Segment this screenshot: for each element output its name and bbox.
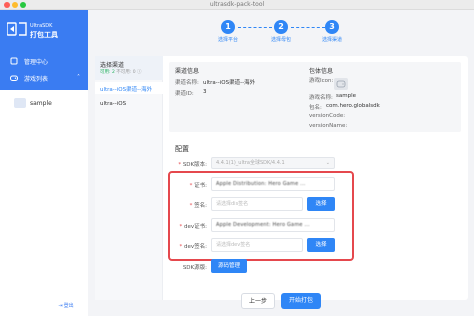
game-name-value: sample	[336, 93, 356, 99]
dev-certificate-value: Apple Development: Hero Game ...	[216, 222, 310, 228]
nav-item-label: 管理中心	[24, 59, 49, 66]
step-3-circle: 3	[325, 20, 339, 34]
sidebar: UltraSDK 打包工具 管理中心 游戏列表 ˄ sample ⇥登出	[0, 10, 88, 316]
channel-status: 可用: 2 不可用: 0 ⓘ	[100, 69, 142, 75]
nav-item-game-list[interactable]: 游戏列表 ˄	[0, 71, 88, 85]
home-icon	[10, 57, 18, 65]
profile-label: * 签名:	[189, 203, 207, 209]
select-profile-button[interactable]: 选择	[307, 197, 335, 211]
config-section-title: 配置	[175, 145, 189, 153]
select-dev-profile-button[interactable]: 选择	[307, 238, 335, 252]
info-box: 渠道信息 渠道名称: ultra--iOS渠道--海外 渠道ID: 3 包体信息…	[169, 62, 461, 132]
channel-name-value: ultra--iOS渠道--海外	[203, 80, 256, 86]
config-card: 选择渠道 可用: 2 不可用: 0 ⓘ ultra--iOS渠道--海外 ult…	[95, 56, 468, 300]
channel-list-header: 选择渠道 可用: 2 不可用: 0 ⓘ	[95, 56, 163, 80]
version-code-label: versionCode:	[309, 113, 346, 119]
game-thumbnail	[14, 98, 26, 108]
step-3-label: 选择渠道	[321, 37, 342, 43]
certificate-select[interactable]: Apple Distribution: Hero Game ...	[211, 177, 335, 191]
certificate-label: * 证书:	[189, 183, 207, 189]
game-item-sample[interactable]: sample	[0, 96, 88, 110]
nav-item-label: 游戏列表	[24, 76, 49, 83]
brand-name-cn: 打包工具	[30, 31, 58, 39]
version-name-label: versionName:	[309, 123, 348, 129]
app-window: ultrasdk-pack-tool UltraSDK 打包工具 管理中心 游戏…	[0, 0, 474, 316]
sdk-version-select[interactable]: 4.4.1(1)_ultra全球SDK/4.4.1 ⌄	[211, 157, 335, 169]
game-icon-label: 游戏Icon:	[309, 78, 334, 84]
channel-id-value: 3	[203, 89, 207, 95]
step-progress: 1 选择平台 2 选择母包 3 选择渠道	[88, 18, 474, 50]
dev-certificate-select[interactable]: Apple Development: Hero Game ...	[211, 218, 335, 232]
dev-profile-placeholder: 请选择dev签名	[216, 242, 251, 248]
window-title: ultrasdk-pack-tool	[209, 1, 265, 8]
game-item-label: sample	[30, 100, 52, 107]
game-icon-image	[334, 78, 348, 90]
source-management-button[interactable]: 源码管理	[211, 259, 247, 273]
gamepad-icon	[10, 74, 18, 82]
chevron-up-icon: ˄	[77, 74, 80, 81]
brand-name-en: UltraSDK	[30, 23, 53, 29]
step-2-circle: 2	[274, 20, 288, 34]
step-2-label: 选择母包	[270, 37, 291, 43]
profile-input[interactable]: 请选择dis签名	[211, 197, 303, 211]
nav-item-management[interactable]: 管理中心	[0, 54, 88, 68]
chevron-down-icon: ⌄	[325, 160, 330, 166]
package-info-title: 包体信息	[309, 68, 334, 75]
main-area: 1 选择平台 2 选择母包 3 选择渠道 选择渠道 可用: 2 不可用: 0 ⓘ	[88, 10, 474, 316]
channel-list-title: 选择渠道	[100, 62, 125, 69]
unavailable-count: 不可用: 0	[116, 70, 136, 75]
channel-info-title: 渠道信息	[175, 68, 200, 75]
channel-item[interactable]: ultra--iOS渠道--海外	[100, 85, 152, 93]
channel-list: 选择渠道 可用: 2 不可用: 0 ⓘ ultra--iOS渠道--海外 ult…	[95, 56, 163, 300]
dev-profile-label: * dev签名:	[179, 244, 207, 250]
channel-id-label: 渠道ID:	[175, 91, 194, 97]
title-bar: ultrasdk-pack-tool	[0, 0, 474, 10]
start-packaging-button[interactable]: 开始打包	[281, 293, 321, 309]
available-count: 可用: 2	[100, 70, 115, 75]
dev-profile-input[interactable]: 请选择dev签名	[211, 238, 303, 252]
info-icon: ⓘ	[137, 70, 142, 75]
previous-step-button[interactable]: 上一步	[241, 293, 275, 309]
certificate-value: Apple Distribution: Hero Game ...	[216, 181, 306, 187]
brand-logo-icon	[6, 22, 27, 36]
channel-name-label: 渠道名称:	[175, 80, 199, 86]
game-list-panel: sample	[0, 90, 88, 316]
step-1-label: 选择平台	[217, 37, 238, 43]
step-connector	[238, 27, 272, 28]
channel-detail: 渠道信息 渠道名称: ultra--iOS渠道--海外 渠道ID: 3 包体信息…	[167, 56, 467, 300]
bundle-id-value: com.hero.globalsdk	[326, 103, 380, 109]
profile-placeholder: 请选择dis签名	[216, 201, 249, 207]
step-1-circle: 1	[221, 20, 235, 34]
game-name-label: 游戏名称:	[309, 95, 333, 101]
step-connector	[291, 27, 325, 28]
sdk-version-label: * SDK版本:	[178, 162, 207, 168]
logout-label: 登出	[63, 303, 74, 309]
dev-certificate-label: * dev证书:	[179, 224, 207, 230]
logout-icon: ⇥	[58, 303, 63, 309]
sdk-version-value: 4.4.1(1)_ultra全球SDK/4.4.1	[216, 160, 285, 166]
logout-button[interactable]: ⇥登出	[54, 302, 78, 311]
sdk-source-label: SDK源版:	[182, 265, 207, 271]
bundle-id-label: 包名:	[309, 105, 322, 111]
channel-item[interactable]: ultra--iOS	[100, 101, 126, 107]
